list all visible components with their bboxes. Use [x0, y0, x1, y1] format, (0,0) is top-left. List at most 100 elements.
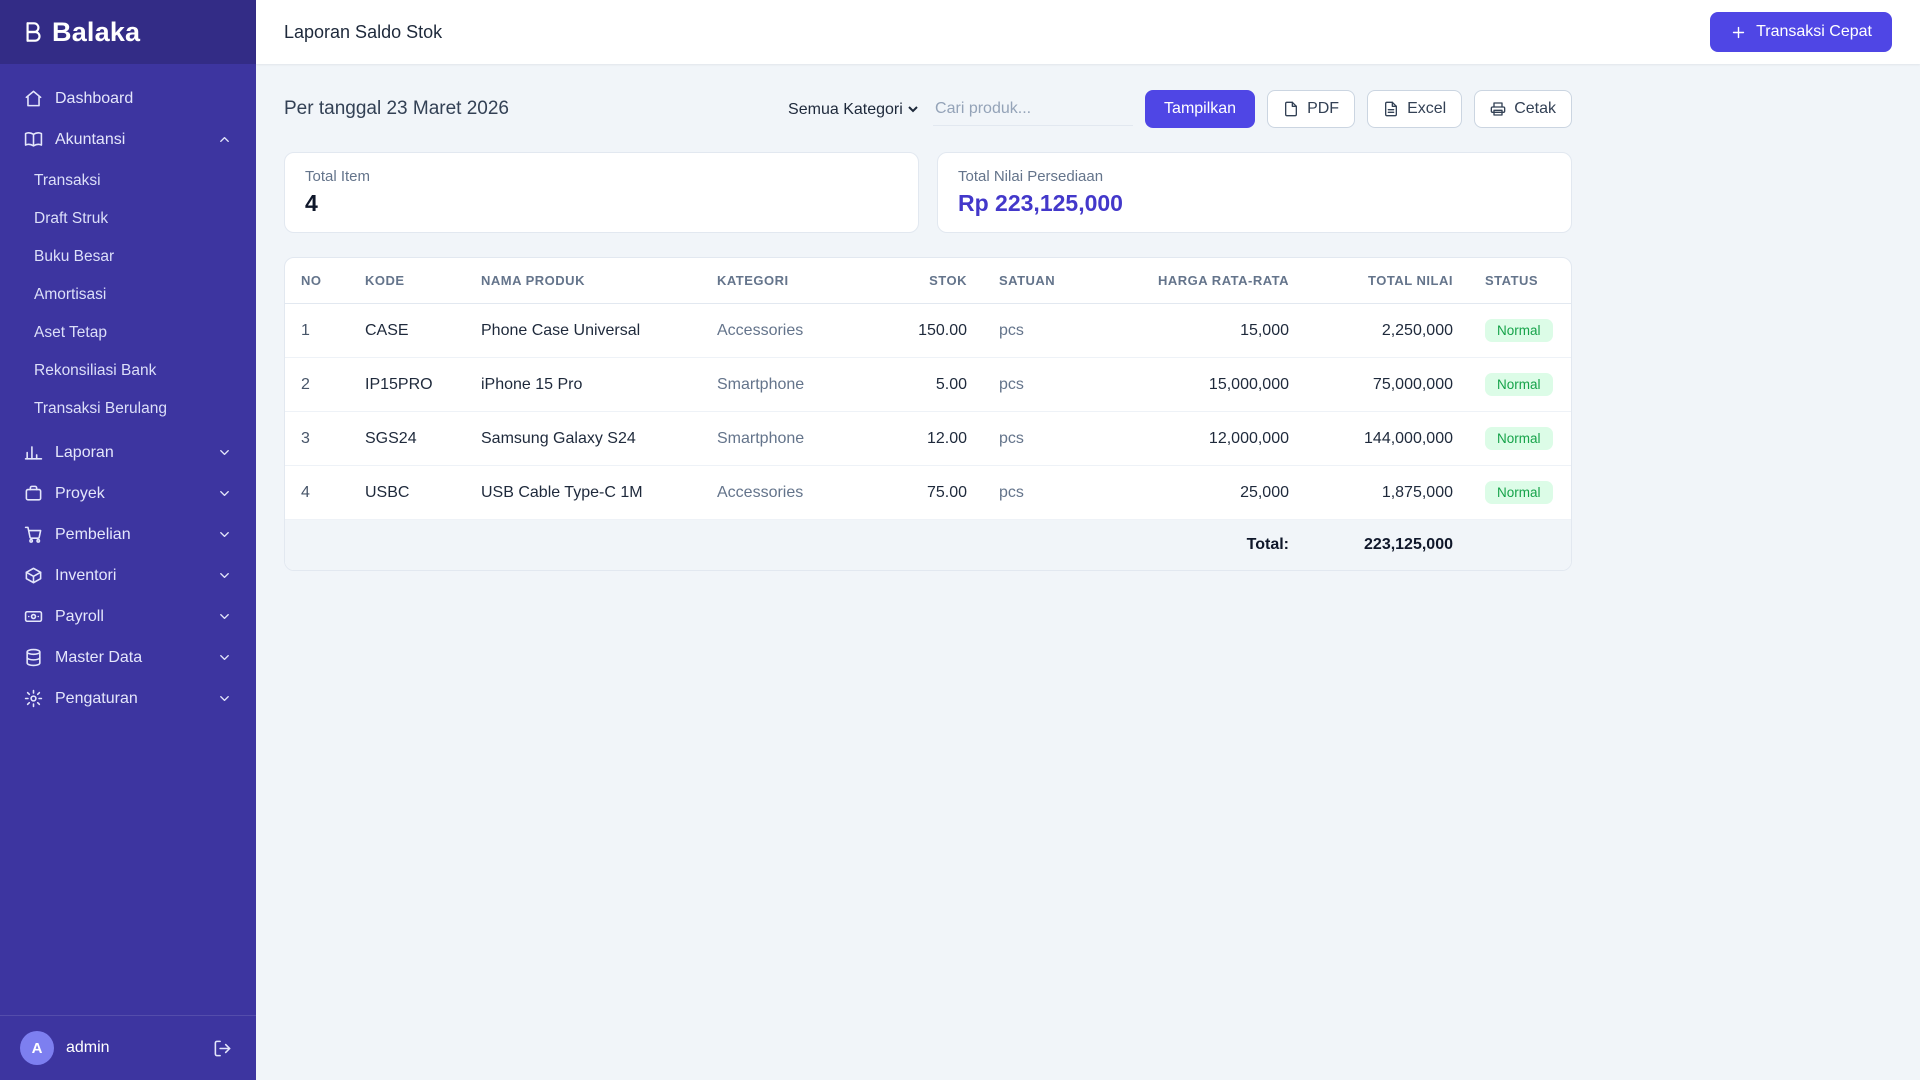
column-header-total: TOTAL NILAI — [1305, 258, 1469, 304]
sidebar-item-label: Pembelian — [55, 525, 131, 543]
table-head: NO KODE NAMA PRODUK KATEGORI STOK SATUAN… — [285, 258, 1571, 304]
sidebar-item-akuntansi[interactable]: Akuntansi — [12, 119, 244, 160]
sidebar-subitem-aset-tetap[interactable]: Aset Tetap — [12, 314, 244, 352]
cell-stok: 75.00 — [891, 465, 983, 520]
home-icon — [24, 89, 43, 108]
app-logo[interactable]: Balaka — [0, 0, 256, 64]
cell-satuan: pcs — [983, 465, 1095, 520]
pdf-button[interactable]: PDF — [1267, 90, 1356, 128]
logo-b-icon — [26, 22, 41, 42]
column-header-harga: HARGA RATA-RATA — [1095, 258, 1305, 304]
chevron-down-icon — [217, 568, 232, 583]
footer-total-label: Total: — [285, 519, 1305, 570]
sidebar-item-proyek[interactable]: Proyek — [12, 473, 244, 514]
sidebar-item-label: Laporan — [55, 443, 114, 461]
total-value-value: Rp 223,125,000 — [958, 190, 1123, 216]
cell-kode: SGS24 — [349, 411, 465, 466]
cell-kategori: Accessories — [701, 465, 891, 520]
stock-table-card: NO KODE NAMA PRODUK KATEGORI STOK SATUAN… — [284, 257, 1572, 571]
total-value-card: Total Nilai Persediaan Rp 223,125,000 — [937, 152, 1572, 233]
sidebar-subitem-transaksi[interactable]: Transaksi — [12, 162, 244, 200]
user-section: A admin — [0, 1015, 256, 1080]
status-badge: Normal — [1485, 481, 1553, 504]
quick-transaction-button[interactable]: Transaksi Cepat — [1710, 12, 1892, 52]
app-root: Balaka Dashboard Akuntansi Transaksi Dra… — [0, 0, 1920, 1080]
total-value-label: Total Nilai Persediaan — [958, 168, 1104, 185]
table-row: 1 CASE Phone Case Universal Accessories … — [285, 303, 1571, 358]
status-badge: Normal — [1485, 427, 1553, 450]
cell-total: 2,250,000 — [1305, 303, 1469, 358]
footer-total-value: 223,125,000 — [1305, 519, 1469, 570]
quick-transaction-label: Transaksi Cepat — [1756, 23, 1872, 40]
sidebar-item-master-data[interactable]: Master Data — [12, 637, 244, 678]
excel-button[interactable]: Excel — [1367, 90, 1463, 128]
category-select[interactable]: Semua Kategori — [782, 93, 922, 125]
column-header-stok: STOK — [891, 258, 983, 304]
report-header-row: Per tanggal 23 Maret 2026 Semua Kategori… — [284, 90, 1572, 128]
status-badge: Normal — [1485, 373, 1553, 396]
page-title: Laporan Saldo Stok — [284, 21, 443, 42]
sidebar-item-laporan[interactable]: Laporan — [12, 432, 244, 473]
sidebar-item-pengaturan[interactable]: Pengaturan — [12, 678, 244, 719]
logout-button[interactable] — [209, 1035, 236, 1062]
sidebar-item-payroll[interactable]: Payroll — [12, 596, 244, 637]
content-inner: Per tanggal 23 Maret 2026 Semua Kategori… — [284, 90, 1572, 571]
chevron-up-icon — [217, 132, 232, 147]
sidebar-subitem-transaksi-berulang[interactable]: Transaksi Berulang — [12, 390, 244, 428]
cell-kode: IP15PRO — [349, 357, 465, 412]
search-input[interactable] — [933, 92, 1134, 126]
cell-harga: 15,000,000 — [1095, 357, 1305, 412]
cell-no: 3 — [285, 411, 349, 466]
sidebar-item-label: Pengaturan — [55, 689, 138, 707]
total-item-label: Total Item — [305, 168, 371, 185]
print-button-label: Cetak — [1514, 100, 1556, 117]
cell-stok: 5.00 — [891, 357, 983, 412]
show-button[interactable]: Tampilkan — [1145, 90, 1256, 128]
banknote-icon — [24, 607, 43, 626]
chevron-down-icon — [217, 486, 232, 501]
filter-bar: Semua Kategori Tampilkan PDF Excel — [782, 90, 1572, 128]
cell-kode: CASE — [349, 303, 465, 358]
cell-harga: 12,000,000 — [1095, 411, 1305, 466]
cell-nama: Phone Case Universal — [465, 303, 701, 358]
topbar: Laporan Saldo Stok Transaksi Cepat — [256, 0, 1920, 64]
cell-satuan: pcs — [983, 411, 1095, 466]
sidebar-item-dashboard[interactable]: Dashboard — [12, 78, 244, 119]
briefcase-icon — [24, 484, 43, 503]
stock-table: NO KODE NAMA PRODUK KATEGORI STOK SATUAN… — [285, 258, 1571, 570]
chart-icon — [24, 443, 43, 462]
sidebar-item-label: Inventori — [55, 566, 117, 584]
cell-kode: USBC — [349, 465, 465, 520]
gear-icon — [24, 689, 43, 708]
chevron-down-icon — [217, 527, 232, 542]
plus-icon — [1732, 26, 1745, 38]
spreadsheet-icon — [1385, 101, 1398, 117]
cell-kategori: Accessories — [701, 303, 891, 358]
sidebar-subitem-amortisasi[interactable]: Amortisasi — [12, 276, 244, 314]
total-item-card: Total Item 4 — [284, 152, 919, 233]
sidebar-subitem-rekonsiliasi-bank[interactable]: Rekonsiliasi Bank — [12, 352, 244, 390]
sidebar-item-pembelian[interactable]: Pembelian — [12, 514, 244, 555]
sidebar-item-label: Dashboard — [55, 89, 134, 107]
cell-harga: 25,000 — [1095, 465, 1305, 520]
pdf-button-label: PDF — [1307, 100, 1340, 117]
table-footer-row: Total: 223,125,000 — [285, 519, 1571, 570]
footer-empty-cell — [1469, 519, 1571, 570]
table-row: 3 SGS24 Samsung Galaxy S24 Smartphone 12… — [285, 411, 1571, 466]
cell-nama: iPhone 15 Pro — [465, 357, 701, 412]
column-header-kode: KODE — [349, 258, 465, 304]
chevron-down-icon — [217, 650, 232, 665]
file-icon — [1285, 101, 1298, 117]
main-area: Laporan Saldo Stok Transaksi Cepat Per t… — [256, 0, 1920, 1080]
cell-nama: Samsung Galaxy S24 — [465, 411, 701, 466]
total-item-value: 4 — [305, 190, 318, 216]
cart-icon — [24, 525, 43, 544]
content: Per tanggal 23 Maret 2026 Semua Kategori… — [256, 64, 1920, 597]
cell-nama: USB Cable Type-C 1M — [465, 465, 701, 520]
sidebar-subitem-buku-besar[interactable]: Buku Besar — [12, 238, 244, 276]
sidebar-item-inventori[interactable]: Inventori — [12, 555, 244, 596]
sidebar-subitem-draft-struk[interactable]: Draft Struk — [12, 200, 244, 238]
sidebar: Balaka Dashboard Akuntansi Transaksi Dra… — [0, 0, 256, 1080]
print-button[interactable]: Cetak — [1474, 90, 1572, 128]
cell-no: 4 — [285, 465, 349, 520]
